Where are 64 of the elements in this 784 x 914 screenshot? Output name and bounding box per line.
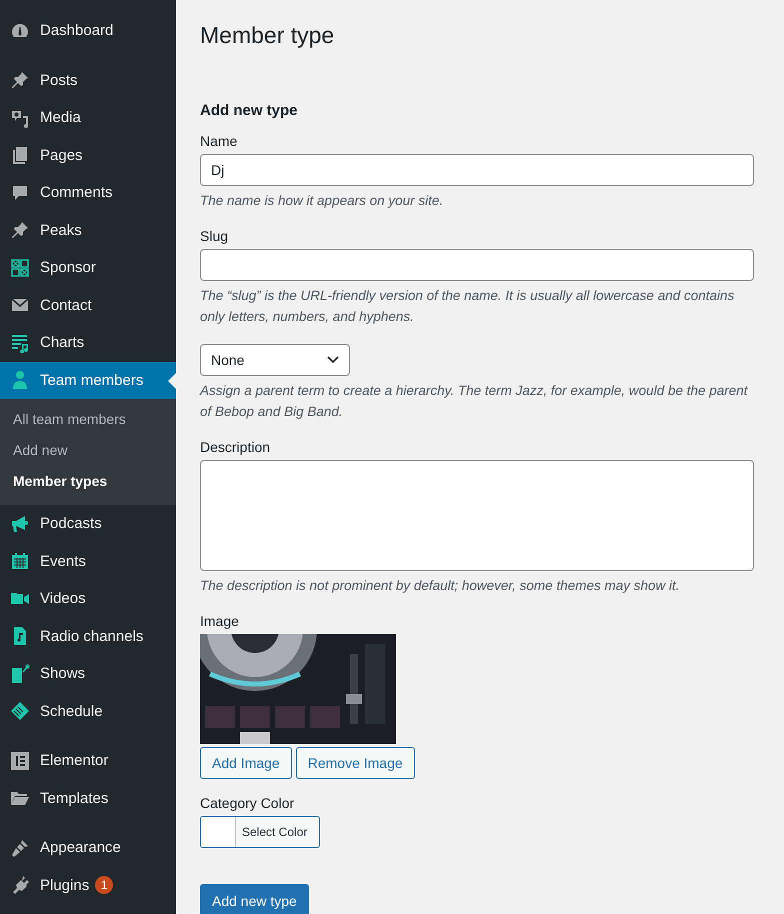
menu-label: Sponsor	[40, 259, 96, 276]
submenu-item[interactable]: All team members	[0, 405, 176, 436]
menu-item[interactable]: Dashboard	[0, 12, 176, 50]
section-title: Add new type	[200, 102, 299, 119]
menu-item[interactable]: Events	[0, 542, 176, 580]
menu-item[interactable]: Appearance	[0, 829, 176, 866]
help-text: The “slug” is the URL-friendly version of the name. It is usually all lowercase and contains only letters, numbers, and hyphens.	[200, 286, 736, 326]
menu-label: Comments	[40, 184, 113, 202]
field-label: Category Color	[200, 794, 296, 811]
menu-item[interactable]: Posts	[0, 62, 176, 99]
textarea-field[interactable]	[200, 460, 754, 571]
submenu-item[interactable]: Member types	[0, 467, 176, 498]
menu-item[interactable]: Schedule	[0, 692, 176, 730]
help-text: The description is not prominent by default; however, some themes may show it.	[200, 576, 680, 595]
menu-label: Dashboard	[40, 22, 114, 40]
submit-button[interactable]: Add new type	[200, 884, 309, 914]
menu-item[interactable]: Elementor	[0, 742, 176, 780]
parent-dropdown[interactable]: None	[200, 344, 350, 376]
help-text: Assign a parent term to create a hierarchy. The term Jazz, for example, would be the parent of Bebop and Big Band.	[200, 382, 749, 422]
menu-label: Peaks	[40, 222, 82, 239]
menu-label: Schedule	[40, 702, 103, 720]
menu-label: Podcasts	[40, 515, 102, 532]
menu-label: Shows	[40, 665, 86, 682]
help-text: The name is how it appears on your site.	[200, 192, 444, 210]
menu-label: Pages	[40, 146, 83, 164]
menu-label: Templates	[40, 790, 108, 807]
menu-item[interactable]: Plugins 1	[0, 866, 176, 904]
menu-label: Appearance	[40, 839, 121, 856]
menu-label: Events	[40, 552, 86, 570]
menu-label: Charts	[40, 334, 84, 352]
input-field[interactable]: Dj	[200, 154, 754, 186]
field-label: Image	[200, 612, 240, 629]
menu-label: Contact	[40, 296, 92, 314]
menu-item[interactable]: Comments	[0, 174, 176, 212]
menu-item[interactable]: Videos	[0, 580, 176, 618]
menu-item[interactable]: Radio channels	[0, 618, 176, 655]
menu-item[interactable]: Pages	[0, 136, 176, 174]
menu-item[interactable]: Templates	[0, 780, 176, 817]
menu-label: Elementor	[40, 752, 108, 770]
field-label: Name	[200, 133, 238, 149]
menu-label: Media	[40, 109, 81, 126]
menu-label: Plugins	[40, 876, 90, 894]
menu-label: Radio channels	[40, 628, 144, 645]
menu-item[interactable]: Media	[0, 99, 176, 136]
submenu-item[interactable]: Add new	[0, 436, 176, 467]
menu-item[interactable]: Team members	[0, 362, 176, 399]
menu-label: Posts	[40, 72, 78, 89]
color-picker[interactable]: Select Color	[200, 816, 320, 848]
image-button[interactable]: Remove Image	[296, 746, 415, 779]
count-badge: 1	[95, 876, 114, 894]
menu-item[interactable]: Charts	[0, 324, 176, 362]
menu-label: Team members	[40, 372, 144, 389]
page-title: Member type	[200, 22, 336, 50]
menu-item[interactable]: Peaks	[0, 212, 176, 249]
menu-item[interactable]: Contact	[0, 286, 176, 324]
menu-label: Videos	[40, 590, 86, 608]
caret-icon	[327, 356, 339, 364]
field-label: Slug	[200, 228, 230, 244]
menu-item[interactable]: Sponsor	[0, 249, 176, 286]
menu-item[interactable]: Podcasts	[0, 505, 176, 542]
menu-item[interactable]: Shows	[0, 655, 176, 692]
field-label: Description	[200, 438, 272, 455]
image-button[interactable]: Add Image	[200, 746, 292, 779]
input-field[interactable]	[200, 248, 754, 281]
